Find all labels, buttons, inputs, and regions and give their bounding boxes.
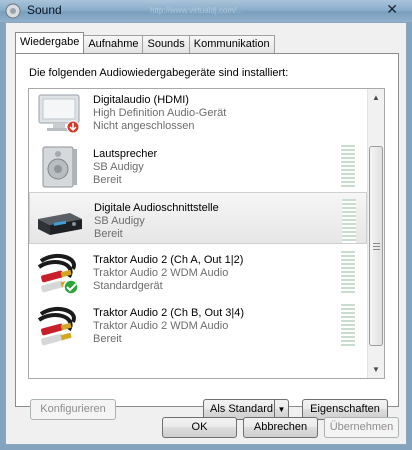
cancel-button[interactable]: Abbrechen	[243, 417, 318, 438]
device-driver: High Definition Audio-Gerät	[93, 107, 227, 119]
volume-meter	[341, 145, 355, 189]
device-name: Traktor Audio 2 (Ch A, Out 1|2)	[93, 254, 244, 266]
window-frame-bottom	[0, 445, 412, 450]
list-item-digitale-audioschnittstelle[interactable]: Digitale Audioschnittstelle SB Audigy Be…	[29, 192, 367, 244]
list-item-traktor-ch-a[interactable]: Traktor Audio 2 (Ch A, Out 1|2) Traktor …	[29, 245, 367, 297]
speaker-icon	[42, 146, 77, 188]
window-frame-right	[407, 22, 412, 450]
device-status: Nicht angeschlossen	[93, 120, 195, 132]
vertical-scrollbar[interactable]: ▲ ▼	[367, 89, 384, 378]
sound-dialog: Wiedergabe Aufnahme Sounds Kommunikation…	[5, 22, 407, 445]
close-icon[interactable]: ✕	[386, 2, 398, 18]
device-status: Bereit	[93, 174, 122, 186]
tab-aufnahme[interactable]: Aufnahme	[83, 35, 144, 53]
volume-meter	[341, 251, 355, 295]
device-status: Bereit	[94, 228, 123, 240]
list-item-traktor-ch-b[interactable]: Traktor Audio 2 (Ch B, Out 3|4) Traktor …	[29, 298, 367, 350]
device-list[interactable]: Digitalaudio (HDMI) High Definition Audi…	[28, 88, 385, 379]
audio-receiver-icon	[38, 213, 82, 235]
device-driver: Traktor Audio 2 WDM Audio	[93, 267, 229, 279]
title-bar[interactable]: Sound http://www.virtualdj.com/... ✕	[0, 0, 412, 22]
set-default-label: Als Standard	[210, 403, 273, 415]
device-driver: Traktor Audio 2 WDM Audio	[93, 320, 229, 332]
device-driver: SB Audigy	[94, 215, 145, 227]
list-item-lautsprecher[interactable]: Lautsprecher SB Audigy Bereit	[29, 139, 367, 191]
device-driver: SB Audigy	[93, 161, 144, 173]
scroll-up-arrow-icon[interactable]: ▲	[368, 89, 384, 106]
list-item-hdmi[interactable]: Digitalaudio (HDMI) High Definition Audi…	[29, 89, 367, 137]
device-status: Standardgerät	[93, 280, 163, 292]
panel-header: Die folgenden Audiowiedergabegeräte sind…	[29, 67, 289, 79]
volume-meter	[342, 199, 356, 243]
apply-button[interactable]: Übernehmen	[324, 417, 399, 438]
volume-meter	[341, 304, 355, 348]
monitor-icon	[38, 94, 80, 134]
rca-cable-icon	[37, 253, 79, 295]
tab-strip: Wiedergabe Aufnahme Sounds Kommunikation	[15, 32, 275, 53]
scroll-down-arrow-icon[interactable]: ▼	[368, 361, 384, 378]
ok-button[interactable]: OK	[162, 417, 237, 438]
tab-wiedergabe[interactable]: Wiedergabe	[15, 32, 85, 53]
device-name: Lautsprecher	[93, 148, 158, 160]
device-name: Traktor Audio 2 (Ch B, Out 3|4)	[93, 307, 245, 319]
device-name: Digitale Audioschnittstelle	[94, 202, 219, 214]
device-name: Digitalaudio (HDMI)	[93, 94, 189, 106]
scroll-grip-icon	[373, 243, 380, 250]
rca-cable-icon	[37, 306, 76, 346]
playback-tab-panel: Die folgenden Audiowiedergabegeräte sind…	[15, 53, 399, 420]
configure-button[interactable]: Konfigurieren	[30, 399, 116, 420]
tab-kommunikation[interactable]: Kommunikation	[188, 35, 275, 53]
device-status: Bereit	[93, 333, 122, 345]
background-watermark: http://www.virtualdj.com/...	[150, 6, 243, 15]
tab-sounds[interactable]: Sounds	[142, 35, 190, 53]
sound-app-icon	[5, 3, 21, 19]
window-title: Sound	[27, 3, 62, 17]
scroll-thumb[interactable]	[369, 146, 383, 346]
